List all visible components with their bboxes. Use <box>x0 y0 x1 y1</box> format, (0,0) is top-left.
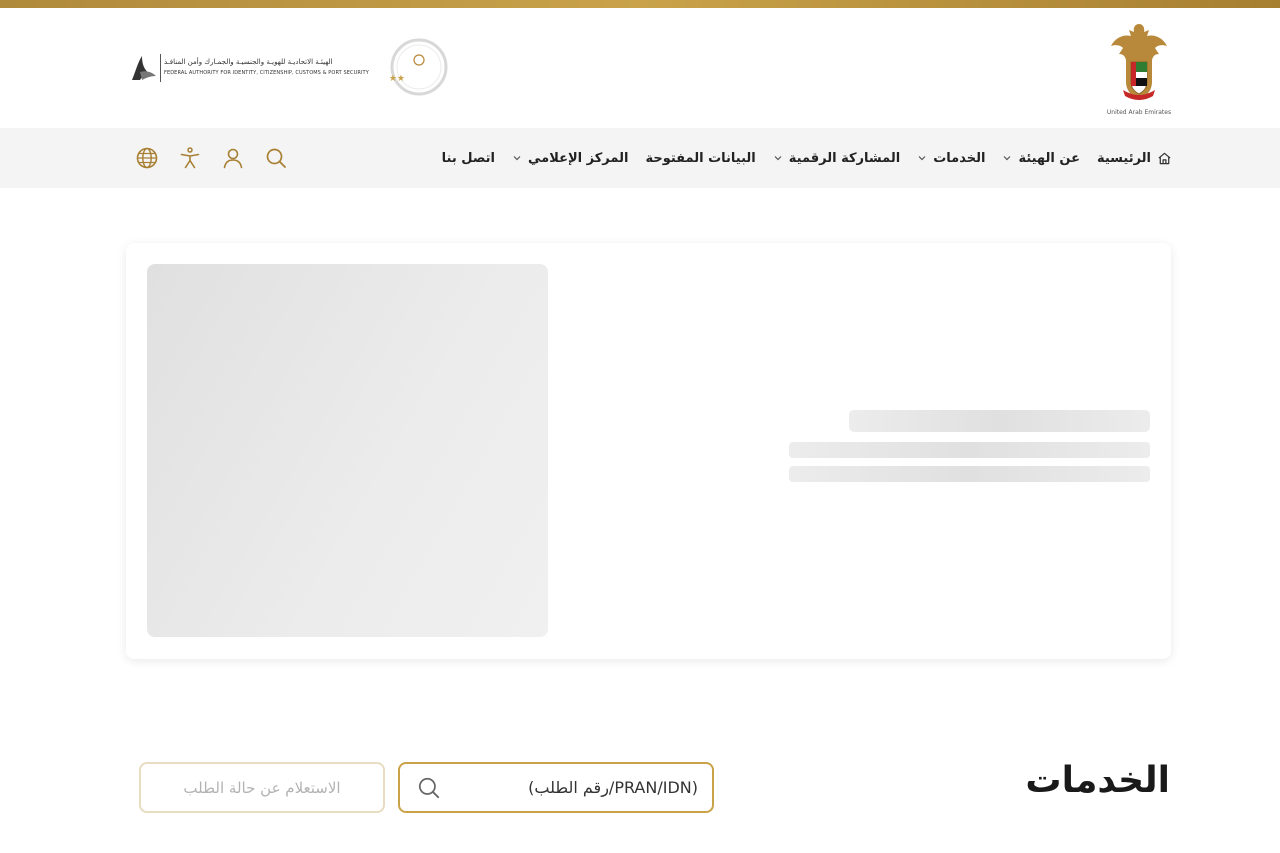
home-icon <box>1157 151 1172 166</box>
hero-title-placeholder <box>849 410 1150 432</box>
application-search-box <box>398 762 714 813</box>
nav-item-contact[interactable]: اتصل بنا <box>442 151 495 166</box>
uae-emblem-logo[interactable]: United Arab Emirates <box>1106 20 1172 116</box>
search-icon[interactable] <box>416 775 442 805</box>
site-header: United Arab Emirates ★★★★ الهيئـة الاتحا… <box>0 8 1280 128</box>
nav-label-contact: اتصل بنا <box>441 150 496 166</box>
chevron-down-icon <box>917 153 927 163</box>
svg-text:★★★★: ★★★★ <box>390 74 405 84</box>
nav-label-about: عن الهيئة <box>1018 150 1080 166</box>
chevron-down-icon <box>1002 153 1012 163</box>
award-logo: ★★★★ <box>373 38 448 96</box>
nav-item-digital-participation[interactable]: المشاركة الرقمية <box>773 151 900 166</box>
accessibility-button[interactable] <box>177 145 203 171</box>
accessibility-icon <box>180 147 200 169</box>
nav-label-digital-participation: المشاركة الرقمية <box>788 150 901 166</box>
nav-tools <box>134 128 306 188</box>
hero-image-placeholder <box>147 264 548 637</box>
uae-caption: United Arab Emirates <box>1106 109 1172 116</box>
top-accent-stripe <box>0 0 1280 8</box>
chevron-down-icon <box>773 153 783 163</box>
award-seal-icon: ★★★★ <box>373 38 448 96</box>
nav-label-home: الرئيسية <box>1096 150 1151 166</box>
nav-item-media-center[interactable]: المركز الإعلامي <box>512 151 628 166</box>
hero-text-placeholder <box>789 466 1150 482</box>
logo-divider <box>160 54 161 82</box>
status-inquiry-button[interactable]: الاستعلام عن حالة الطلب <box>139 762 385 813</box>
nav-label-open-data: البيانات المفتوحة <box>645 150 756 166</box>
globe-icon <box>136 147 158 169</box>
application-number-input[interactable] <box>448 764 698 811</box>
nav-item-home[interactable]: الرئيسية <box>1097 151 1172 166</box>
authority-name-en: FEDERAL AUTHORITY FOR IDENTITY, CITIZENS… <box>164 70 369 76</box>
site-search-button[interactable] <box>263 145 289 171</box>
authority-logo[interactable]: الهيئـة الاتحاديـة للهويـة والجنسيـة وال… <box>128 52 369 84</box>
falcon-emblem-icon <box>1111 24 1167 100</box>
nav-item-services[interactable]: الخدمات <box>917 151 985 166</box>
user-account-button[interactable] <box>220 145 246 171</box>
main-navigation: الرئيسية عن الهيئة الخدمات المشاركة الرق… <box>0 128 1280 188</box>
chevron-down-icon <box>512 153 522 163</box>
search-icon <box>266 148 286 168</box>
language-button[interactable] <box>134 145 160 171</box>
nav-item-about[interactable]: عن الهيئة <box>1002 151 1080 166</box>
services-heading: الخدمات <box>1025 760 1170 801</box>
nav-label-services: الخدمات <box>933 150 986 166</box>
nav-label-media-center: المركز الإعلامي <box>528 150 629 166</box>
hero-text-placeholder <box>789 442 1150 458</box>
hero-banner-card <box>126 243 1171 659</box>
nav-item-open-data[interactable]: البيانات المفتوحة <box>645 151 755 166</box>
authority-name-ar: الهيئـة الاتحاديـة للهويـة والجنسيـة وال… <box>164 58 333 66</box>
nav-menu: الرئيسية عن الهيئة الخدمات المشاركة الرق… <box>425 128 1172 188</box>
authority-bird-icon <box>132 56 156 80</box>
user-icon <box>223 148 243 169</box>
